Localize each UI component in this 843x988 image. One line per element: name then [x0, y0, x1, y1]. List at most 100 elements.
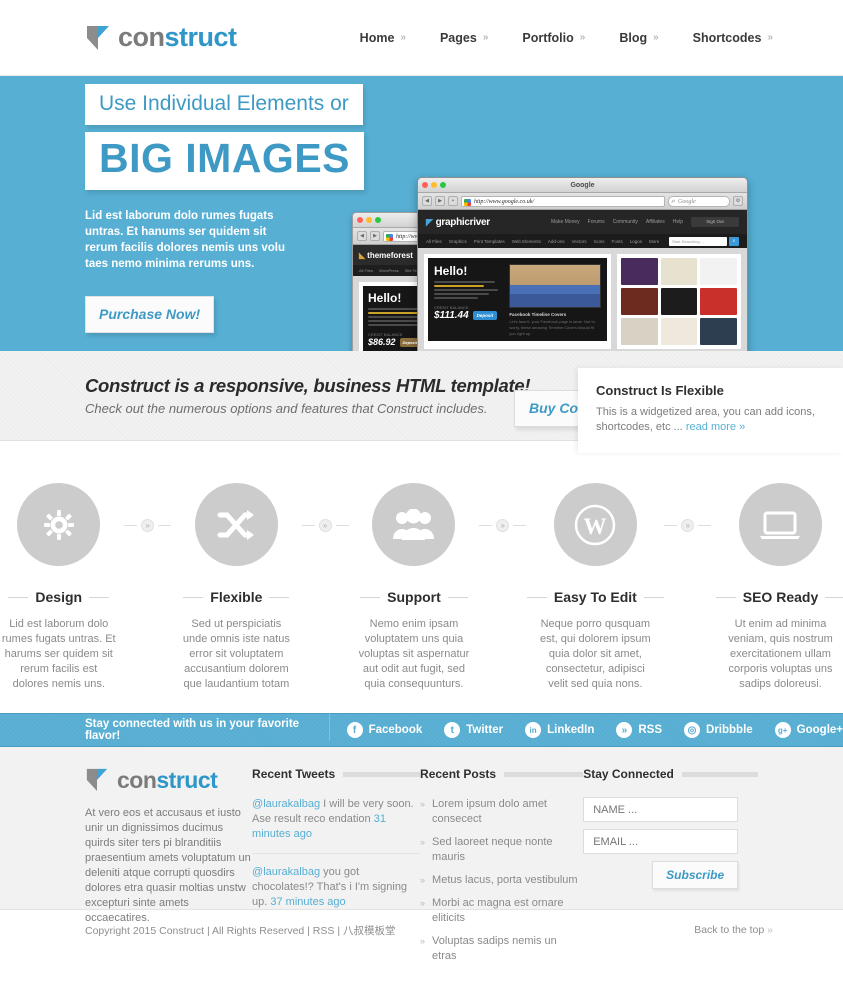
hero-left-col: Hello! CREDIT BALANCE $111.44 Deposit [434, 264, 503, 335]
recent-posts-heading: Recent Posts [420, 767, 497, 781]
tweet-timestamp[interactable]: 37 minutes ago [270, 896, 345, 908]
heading-rule [681, 771, 758, 777]
social-label: LinkedIn [547, 724, 595, 736]
social-link-rss[interactable]: » RSS [616, 722, 662, 738]
social-label: RSS [638, 724, 663, 736]
subscribe-button[interactable]: Subscribe [652, 861, 739, 889]
menu-item[interactable]: Make Money [551, 219, 580, 225]
forward-arrow-icon[interactable]: ▶ [370, 231, 380, 241]
subnav-item[interactable]: Vectors [572, 239, 587, 244]
social-link-facebook[interactable]: f Facebook [346, 722, 422, 738]
subnav-item[interactable]: More [649, 239, 659, 244]
facebook-cover-image [509, 264, 602, 308]
thumbnail[interactable] [660, 288, 698, 315]
footer-about-column: construct At vero eos et accusaus et ius… [85, 767, 252, 972]
back-to-top-label: Back to the top [694, 924, 765, 936]
feature-connector: » [295, 519, 355, 532]
sign-out-button[interactable]: Sign Out [691, 217, 739, 227]
search-icon[interactable]: ⌕ [729, 236, 739, 246]
subnav-item[interactable]: Add-ons [548, 239, 565, 244]
social-link-googleplus[interactable]: g+ Google+ [774, 722, 843, 738]
add-tab-icon[interactable]: + [448, 196, 458, 206]
deposit-button[interactable]: Deposit [472, 311, 498, 320]
site-logo[interactable]: construct [85, 22, 237, 53]
dribbble-icon: ◎ [684, 722, 701, 738]
wordpress-icon: W [553, 483, 637, 566]
back-to-top-link[interactable]: Back to the top » [694, 924, 773, 936]
feature-description: Sed ut perspiciatis unde omnis iste natu… [182, 618, 290, 690]
thumbnail[interactable] [621, 288, 658, 315]
name-input[interactable] [583, 797, 739, 822]
subnav-item[interactable]: Print Templates [474, 239, 505, 244]
tweet-item: @laurakalbag you got chocolates!? That's… [252, 853, 421, 921]
subnav-item[interactable]: Graphics [449, 239, 467, 244]
menu-item[interactable]: Community [613, 219, 638, 225]
back-arrow-icon[interactable]: ◀ [357, 231, 367, 241]
feature-description: Ut enim ad minima veniam, quis nostrum e… [728, 618, 833, 690]
footer-logo[interactable]: construct [85, 767, 252, 794]
chevron-right-icon: » [653, 32, 659, 43]
footer-posts-column: Recent Posts » Lorem ipsum dolo amet cons… [420, 767, 584, 972]
subnav-item[interactable]: Icons [594, 239, 605, 244]
thumbnail[interactable] [700, 318, 737, 345]
post-item[interactable]: » Morbi ac magna est ornare eliticits [420, 896, 583, 926]
thumbnail[interactable] [621, 318, 658, 345]
feature-connector: » [658, 519, 718, 532]
post-item[interactable]: » Metus lacus, porta vestibulum [420, 873, 583, 888]
purchase-now-button[interactable]: Purchase Now! [85, 296, 215, 333]
subnav-item[interactable]: All Files [359, 268, 373, 273]
googleplus-icon: g+ [774, 722, 791, 738]
footer-tweets-column: Recent Tweets @laurakalbag I will be ver… [252, 767, 421, 972]
subnav-item[interactable]: Logos [630, 239, 642, 244]
chevron-right-icon: » [681, 519, 695, 532]
read-more-link[interactable]: read more » [686, 421, 745, 433]
thumbnail[interactable] [660, 318, 698, 345]
menu-item[interactable]: Help [673, 219, 683, 225]
thumbnail[interactable] [660, 258, 698, 285]
footer-about-text: At vero eos et accusaus et iusto unir un… [85, 807, 251, 924]
facebook-card-title: Facebook Timeline Covers [509, 312, 567, 317]
twitter-handle-link[interactable]: @laurakalbag [252, 798, 320, 810]
thumbnail[interactable] [700, 258, 737, 285]
settings-gear-icon[interactable]: ⚙ [733, 196, 743, 206]
menu-item[interactable]: Forums [588, 219, 605, 225]
forward-arrow-icon[interactable]: ▶ [435, 196, 445, 206]
subnav-item[interactable]: Web Elements [512, 239, 541, 244]
nav-item-shortcodes[interactable]: Shortcodes » [693, 31, 773, 45]
nav-item-pages[interactable]: Pages » [440, 31, 488, 45]
email-input[interactable] [583, 829, 739, 854]
menu-item[interactable]: Affiliates [646, 219, 665, 225]
nav-label: Shortcodes [692, 30, 762, 45]
post-item[interactable]: » Sed laoreet neque nonte mauris [420, 835, 583, 865]
copyright-text: Copyright 2015 Construct | All Rights Re… [85, 924, 396, 937]
nav-item-portfolio[interactable]: Portfolio » [522, 31, 585, 45]
thumbnail[interactable] [700, 288, 737, 315]
url-field-front[interactable]: http://www.google.co.uk/ [461, 195, 665, 207]
facebook-promo-card: Facebook Timeline Covers Let's face it, … [509, 264, 602, 336]
feature-connector: » [117, 519, 177, 532]
social-link-linkedin[interactable]: in LinkedIn [525, 722, 594, 738]
subnav-item[interactable]: Fonts [611, 239, 622, 244]
people-icon [372, 483, 456, 566]
nav-item-blog[interactable]: Blog » [619, 31, 658, 45]
search-input[interactable]: Start Searching ... [669, 236, 727, 246]
shuffle-icon [194, 483, 278, 566]
post-item[interactable]: » Voluptas sadips nemis un etras [420, 934, 583, 964]
nav-item-home[interactable]: Home » [360, 31, 406, 45]
browser-search-field[interactable]: Google [668, 195, 730, 207]
subnav-item[interactable]: WordPress [379, 268, 399, 273]
post-item[interactable]: » Lorem ipsum dolo amet consecect [420, 797, 583, 827]
leaf-icon: ◣ [359, 250, 366, 260]
back-arrow-icon[interactable]: ◀ [422, 196, 432, 206]
thumbnail[interactable] [621, 258, 658, 285]
flexible-widget-title: Construct Is Flexible [596, 383, 724, 398]
themeforest-logo: ◣ themeforest [359, 251, 413, 260]
post-title: Lorem ipsum dolo amet consecect [432, 798, 547, 825]
thumbnail-grid [621, 258, 737, 345]
twitter-handle-link[interactable]: @laurakalbag [252, 866, 320, 878]
chevron-right-icon: » [400, 32, 406, 43]
graphicriver-hero-inner: Hello! CREDIT BALANCE $111.44 Deposit Fac… [428, 258, 608, 341]
subnav-item[interactable]: All Files [426, 239, 442, 244]
social-link-dribbble[interactable]: ◎ Dribbble [684, 722, 753, 738]
social-link-twitter[interactable]: t Twitter [444, 722, 503, 738]
